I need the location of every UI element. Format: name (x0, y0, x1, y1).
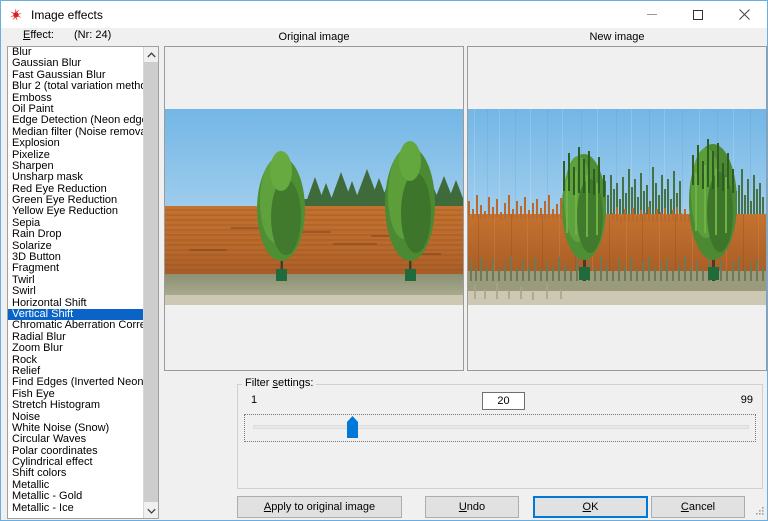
cancel-button-label: Cancel (680, 501, 716, 513)
effects-list-item[interactable]: Circular Waves (8, 433, 144, 445)
new-image-caption: New image (589, 31, 645, 43)
title-bar: Image effects (1, 1, 767, 28)
filter-value-input[interactable]: 20 (482, 392, 525, 410)
effects-list-item[interactable]: Rain Drop (8, 228, 144, 240)
apply-to-original-image-button[interactable]: Apply to original image (237, 496, 402, 518)
chevron-down-icon (147, 508, 156, 514)
effects-listbox[interactable]: Blur Gaussian Blur Fast Gaussian Blur Blur … (7, 46, 159, 519)
ok-button-label: OK (582, 501, 599, 513)
image-effects-dialog: Image effects Effect: (Nr: 24) Original … (0, 0, 768, 521)
scrollbar-thumb[interactable] (144, 62, 158, 502)
effects-list-item[interactable]: Explosion (8, 137, 144, 149)
slider-max-value: 99 (740, 394, 753, 406)
undo-button-label: Undo (458, 501, 486, 513)
effects-list-item[interactable]: Find Edges (Inverted Neon edge) (8, 376, 144, 388)
apply-button-label: Apply to original image (263, 501, 376, 513)
original-image (165, 109, 463, 305)
effects-list-item[interactable]: Stretch Histogram (8, 399, 144, 411)
filter-settings-label: Filter settings: (242, 377, 317, 389)
window-controls (629, 1, 767, 28)
original-image-caption: Original image (278, 31, 350, 43)
scroll-up-arrow-button[interactable] (144, 47, 158, 62)
resize-grip[interactable] (753, 506, 765, 518)
ok-button[interactable]: OK (533, 496, 648, 518)
maximize-icon (693, 9, 703, 20)
effects-list-item[interactable]: Metallic - Gold (8, 490, 144, 502)
effects-list-item[interactable]: Swirl (8, 285, 144, 297)
effects-list-scrollbar[interactable] (143, 47, 158, 518)
effects-list-item[interactable]: Blur 2 (total variation method) (8, 80, 144, 92)
minimize-button[interactable] (629, 1, 675, 28)
new-image-panel (467, 46, 767, 371)
filter-slider-track[interactable] (253, 425, 749, 429)
slider-min-value: 1 (251, 394, 258, 406)
new-image (468, 109, 766, 305)
effects-list-items[interactable]: Blur Gaussian Blur Fast Gaussian Blur Blur … (8, 47, 144, 518)
effects-list-item[interactable]: Unsharp mask (8, 171, 144, 183)
undo-button[interactable]: Undo (425, 496, 519, 518)
minimize-icon (647, 14, 657, 15)
effects-list-item[interactable]: Zoom Blur (8, 342, 144, 354)
effect-label: Effect: (23, 29, 54, 41)
window-title: Image effects (31, 7, 103, 22)
close-icon (738, 9, 750, 20)
chevron-up-icon (147, 51, 156, 57)
cancel-button[interactable]: Cancel (651, 496, 745, 518)
effect-number: (Nr: 24) (74, 29, 112, 41)
close-button[interactable] (721, 1, 767, 28)
maximize-button[interactable] (675, 1, 721, 28)
starburst-icon (8, 7, 24, 23)
original-image-panel (164, 46, 464, 371)
filter-slider-thumb[interactable] (346, 416, 359, 438)
effects-list-item[interactable]: Metallic - Ice (8, 502, 144, 514)
scroll-down-arrow-button[interactable] (144, 503, 158, 518)
